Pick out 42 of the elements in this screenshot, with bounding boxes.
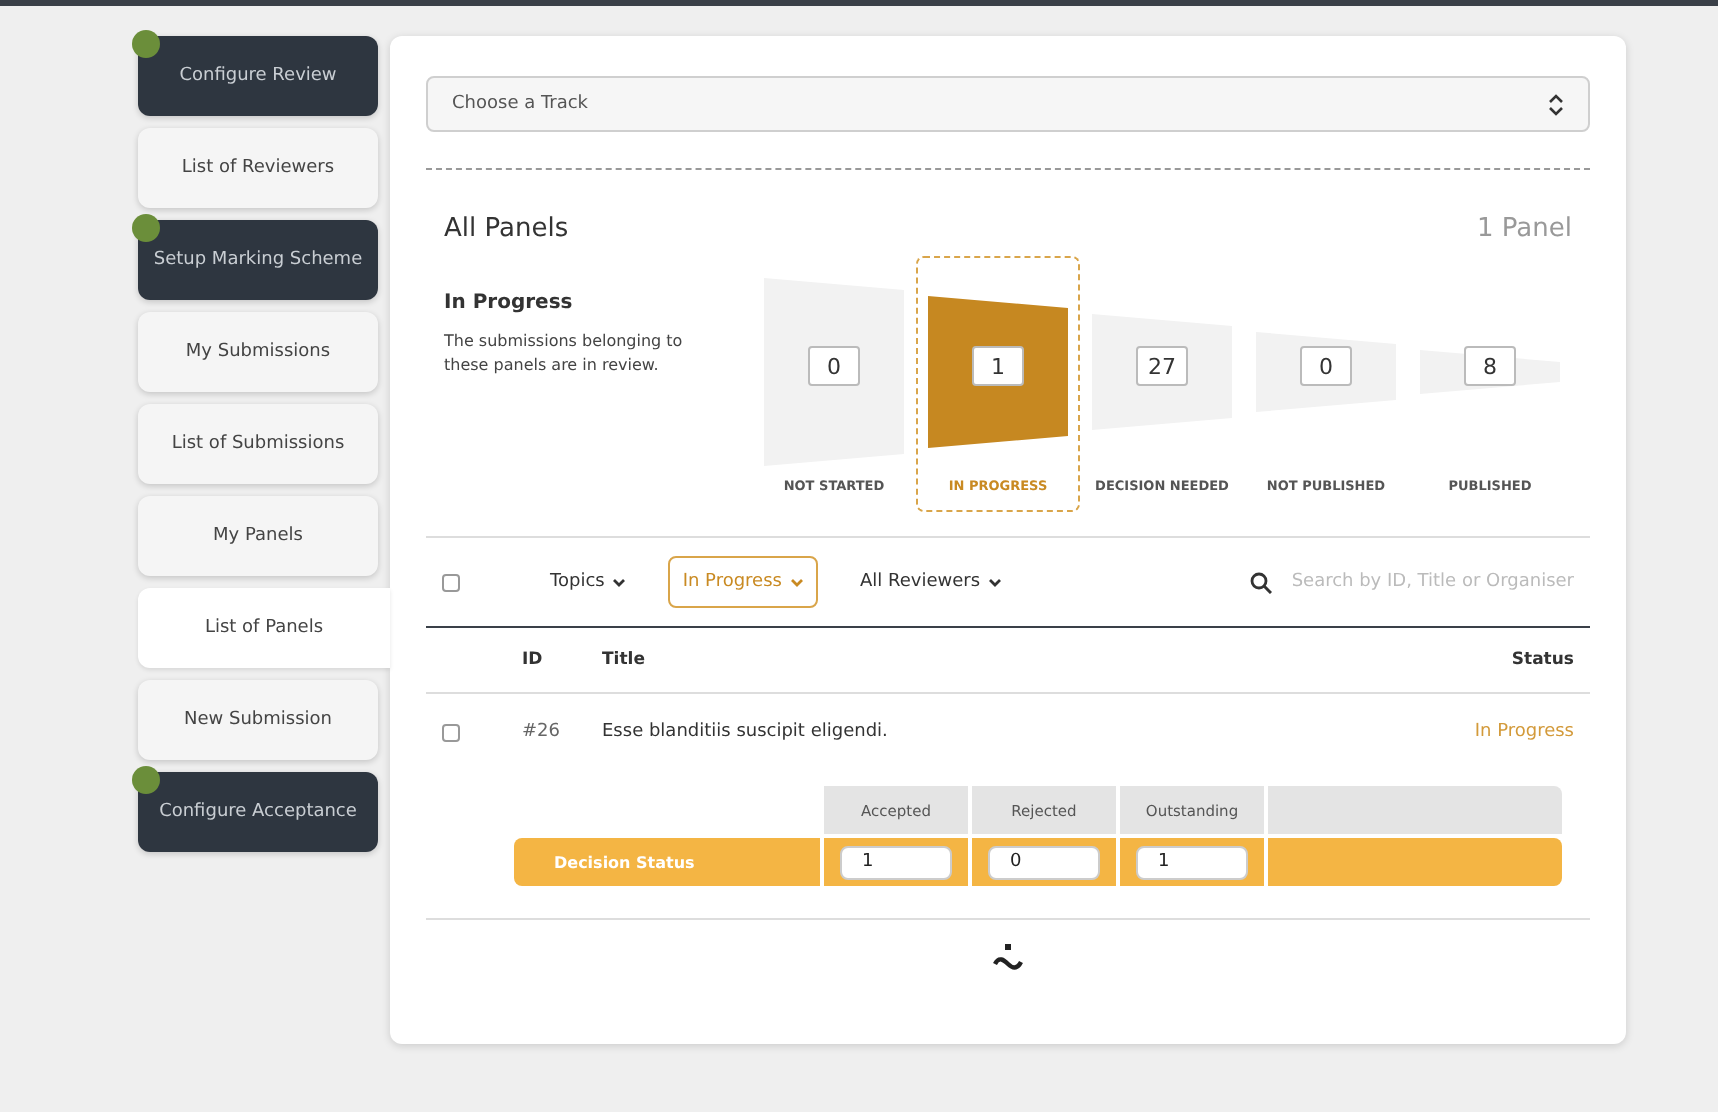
panel-count: 1 Panel: [1477, 214, 1572, 244]
sidebar-item[interactable]: My Submissions: [138, 312, 378, 392]
stage-count: 27: [1136, 346, 1188, 386]
caret-icon: [789, 577, 804, 587]
loading-icon: [992, 944, 1024, 972]
stage-description: The submissions belonging to these panels are in review.: [444, 330, 685, 378]
stage-count: 8: [1464, 346, 1516, 386]
stage-count: 1: [972, 346, 1024, 386]
table-cell-text: Esse blanditiis suscipit eligendi.: [602, 722, 890, 742]
sidebar-item[interactable]: Setup Marking Scheme: [138, 220, 378, 300]
status-dot: [132, 214, 160, 242]
stage-title: In Progress: [444, 292, 575, 314]
sidebar-item[interactable]: Configure Acceptance: [138, 772, 378, 852]
stage-count: 0: [1300, 346, 1352, 386]
sidebar-item[interactable]: Configure Review: [138, 36, 378, 116]
track-select[interactable]: Choose a Track: [426, 76, 1590, 132]
column-header: Status: [1509, 650, 1574, 670]
sidebar-item[interactable]: List of Panels: [138, 588, 390, 668]
search-icon: [1249, 571, 1272, 593]
caret-icon: [612, 577, 627, 587]
input-field[interactable]: 1: [840, 845, 952, 879]
status-text: In Progress: [1472, 722, 1574, 742]
input-field[interactable]: 1: [1136, 845, 1248, 879]
status-dot: [132, 766, 160, 794]
status-dot: [132, 30, 160, 58]
table-cell-text: #26: [522, 722, 562, 742]
stage-count: 0: [808, 346, 860, 386]
sidebar-item[interactable]: List of Submissions: [138, 404, 378, 484]
select-all-checkbox[interactable]: [442, 573, 460, 591]
filter-dropdown[interactable]: All Reviewers: [845, 556, 1017, 608]
sidebar-item[interactable]: My Panels: [138, 496, 378, 576]
sidebar-item[interactable]: List of Reviewers: [138, 128, 378, 208]
input-field[interactable]: 0: [988, 845, 1100, 879]
row-checkbox[interactable]: [442, 723, 460, 741]
decision-label: Decision Status: [514, 838, 820, 886]
chevron-icon: [1548, 93, 1564, 115]
caret-icon: [988, 577, 1003, 587]
column-header: Title: [602, 650, 647, 670]
sidebar-item[interactable]: New Submission: [138, 680, 378, 760]
column-header: ID: [522, 650, 545, 670]
section-title: All Panels: [444, 214, 569, 244]
filter-dropdown[interactable]: Topics: [536, 556, 641, 608]
